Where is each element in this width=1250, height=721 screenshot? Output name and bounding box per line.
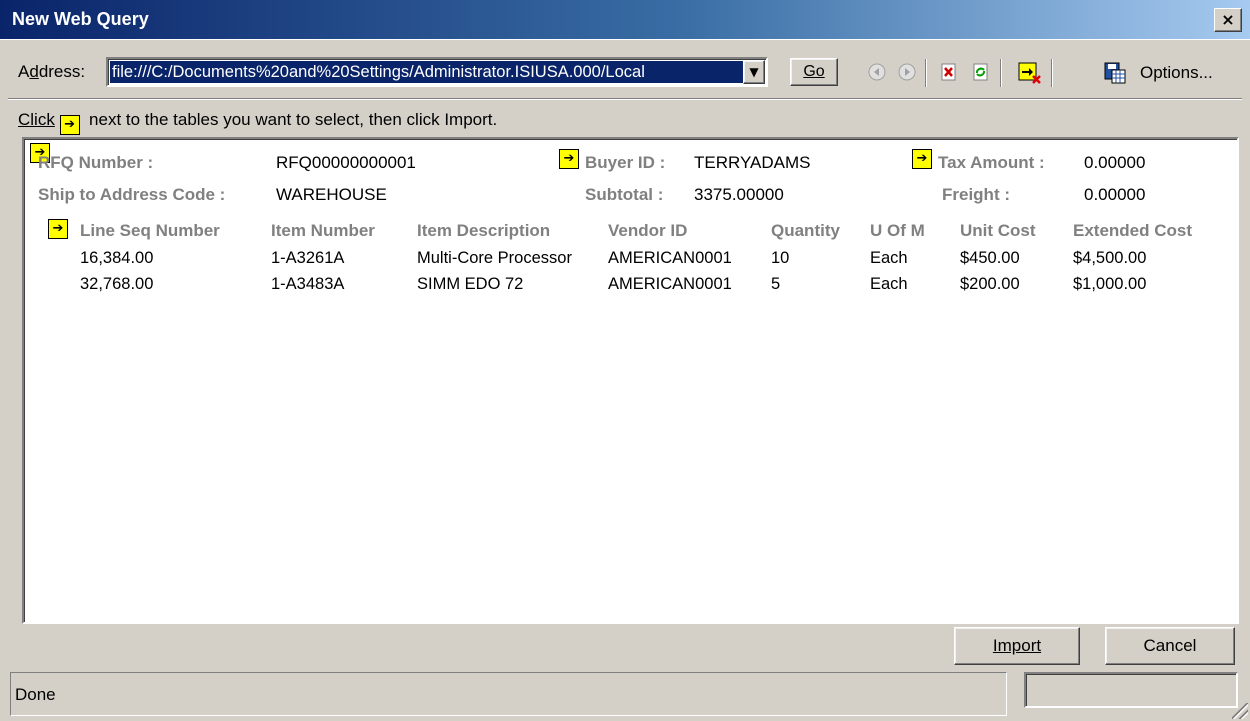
toolbar-separator: [1000, 59, 1002, 87]
close-button[interactable]: ×: [1214, 8, 1242, 32]
address-dropdown-button[interactable]: ▼: [743, 60, 765, 84]
status-bar: Done: [10, 672, 1007, 716]
buyer-id-label: Buyer ID :: [585, 153, 666, 172]
table-cell: 1-A3261A: [271, 249, 345, 267]
table-cell: 32,768.00: [80, 275, 154, 293]
status-text: Done: [15, 685, 56, 704]
address-input[interactable]: file:///C:/Documents%20and%20Settings/Ad…: [110, 61, 744, 83]
chevron-down-icon: ▼: [749, 65, 759, 79]
column-header: Extended Cost: [1073, 221, 1193, 240]
close-icon: ×: [1221, 10, 1235, 29]
tax-amount-value: 0.00000: [1084, 153, 1146, 172]
column-header: U Of M: [870, 221, 925, 240]
table-cell: 16,384.00: [80, 249, 154, 267]
table-cell: AMERICAN0001: [608, 275, 732, 293]
buyer-id-value: TERRYADAMS: [694, 153, 811, 172]
toolbar-separator: [1051, 59, 1053, 87]
column-header: Quantity: [771, 221, 840, 240]
subtotal-label: Subtotal :: [585, 185, 664, 204]
table-cell: Multi-Core Processor: [417, 249, 572, 267]
refresh-icon[interactable]: [970, 62, 992, 84]
select-table-arrow-icon[interactable]: ➔: [559, 149, 579, 169]
address-label: Address:: [18, 62, 86, 81]
cancel-button[interactable]: Cancel: [1105, 627, 1235, 665]
hide-icons-icon[interactable]: [1018, 62, 1041, 84]
subtotal-value: 3375.00000: [694, 185, 784, 204]
table-cell: 1-A3483A: [271, 275, 345, 293]
column-header: Item Description: [417, 221, 551, 240]
select-table-arrow-icon[interactable]: ➔: [48, 219, 68, 239]
freight-label: Freight :: [942, 185, 1010, 204]
address-combobox[interactable]: file:///C:/Documents%20and%20Settings/Ad…: [106, 57, 768, 87]
toolbar-separator: [925, 59, 927, 87]
table-cell: $4,500.00: [1073, 249, 1147, 267]
divider: [8, 98, 1242, 100]
save-query-icon[interactable]: [1104, 62, 1126, 84]
table-cell: AMERICAN0001: [608, 249, 732, 267]
status-progress-pane: [1024, 672, 1238, 708]
forward-icon[interactable]: [896, 62, 918, 84]
rfq-number-value: RFQ00000000001: [276, 153, 416, 172]
ship-to-value: WAREHOUSE: [276, 185, 387, 204]
column-header: Vendor ID: [608, 221, 688, 240]
table-cell: 10: [771, 249, 790, 267]
window-title: New Web Query: [12, 9, 149, 29]
table-cell: $200.00: [960, 275, 1020, 293]
column-header: Item Number: [271, 221, 375, 240]
go-button[interactable]: Go: [790, 58, 838, 86]
freight-value: 0.00000: [1084, 185, 1146, 204]
table-cell: 5: [771, 275, 781, 293]
import-button[interactable]: Import: [954, 627, 1080, 665]
table-cell: SIMM EDO 72: [417, 275, 524, 293]
ship-to-label: Ship to Address Code :: [38, 185, 226, 204]
table-cell: Each: [870, 249, 908, 267]
column-header: Unit Cost: [960, 221, 1036, 240]
selection-arrow-icon: ➔: [59, 115, 80, 135]
instruction-text: Click ➔ next to the tables you want to s…: [18, 110, 497, 135]
table-cell: $450.00: [960, 249, 1020, 267]
tax-amount-label: Tax Amount :: [938, 153, 1045, 172]
table-cell: $1,000.00: [1073, 275, 1147, 293]
rfq-number-label: RFQ Number :: [38, 153, 154, 172]
table-cell: Each: [870, 275, 908, 293]
title-bar: New Web Query ×: [0, 0, 1250, 40]
back-icon[interactable]: [866, 62, 888, 84]
options-button[interactable]: Options...: [1140, 63, 1213, 83]
stop-icon[interactable]: [938, 62, 960, 84]
column-header: Line Seq Number: [80, 221, 220, 240]
web-page-preview: ➔ RFQ Number : RFQ00000000001 ➔ Buyer ID…: [22, 137, 1239, 624]
select-table-arrow-icon[interactable]: ➔: [912, 149, 932, 169]
resize-grip[interactable]: [1232, 703, 1248, 719]
